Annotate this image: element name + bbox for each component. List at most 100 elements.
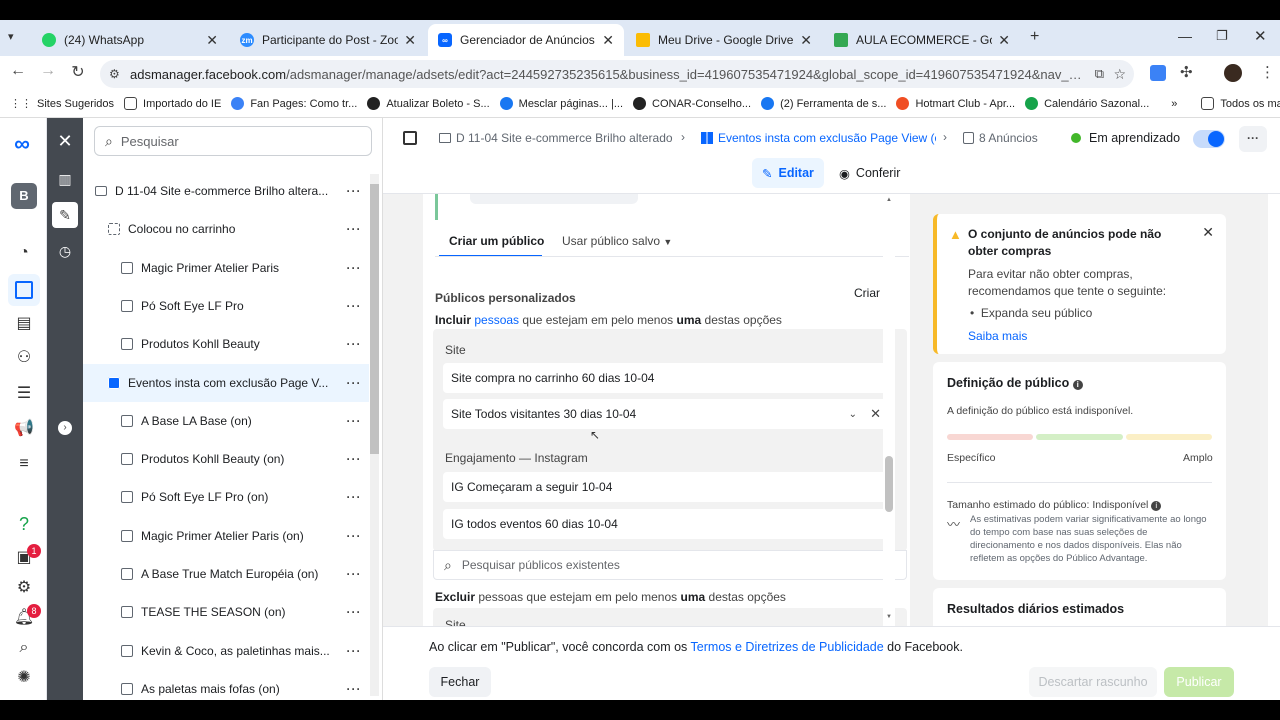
bug-icon[interactable]: ✺ — [12, 666, 36, 690]
maximize-icon[interactable]: ❐ — [1216, 28, 1228, 44]
tree-ad[interactable]: Magic Primer Atelier Paris ··· — [83, 249, 369, 287]
tree-ad[interactable]: Pó Soft Eye LF Pro ··· — [83, 287, 369, 325]
close-icon[interactable]: ✕ — [998, 32, 1010, 49]
bookmark-item[interactable]: Importado do IE — [124, 97, 221, 110]
reload-icon[interactable]: ↻ — [66, 62, 90, 82]
meta-logo-icon[interactable]: ∞ — [10, 132, 34, 156]
close-icon[interactable]: ✕ — [404, 32, 416, 49]
more-options-icon[interactable]: ··· — [339, 299, 369, 313]
more-options-icon[interactable]: ··· — [339, 261, 369, 275]
tree-ad[interactable]: Magic Primer Atelier Paris (on) ··· — [83, 517, 369, 555]
bookmark-item[interactable]: (2) Ferramenta de s... — [761, 97, 886, 110]
tree-ad[interactable]: As paletas mais fofas (on) ··· — [83, 670, 369, 708]
close-icon[interactable]: ✕ — [800, 32, 812, 49]
tree-ad[interactable]: Produtos Kohll Beauty ··· — [83, 325, 369, 363]
review-button[interactable]: ◉ Conferir — [829, 158, 910, 188]
publish-button[interactable]: Publicar — [1164, 667, 1234, 697]
tab-whatsapp[interactable]: (24) WhatsApp ✕ — [32, 24, 228, 56]
more-options-icon[interactable]: ··· — [339, 184, 369, 198]
more-options-icon[interactable]: ··· — [339, 682, 369, 696]
search-audiences-input[interactable]: ⌕ Pesquisar públicos existentes — [433, 550, 907, 580]
more-options-icon[interactable]: ··· — [339, 605, 369, 619]
tab-saved-audience[interactable]: Usar público salvo ▼ — [562, 234, 672, 248]
close-icon[interactable]: ✕ — [602, 32, 614, 49]
crumb-adset[interactable]: Eventos insta com exclusão Page View (on — [701, 131, 937, 145]
audience-item[interactable]: Site compra no carrinho 60 dias 10-04 — [443, 363, 895, 393]
bookmark-item[interactable]: CONAR-Conselho... — [633, 97, 751, 110]
remove-icon[interactable]: ✕ — [870, 406, 881, 422]
tree-adset[interactable]: Eventos insta com exclusão Page V... ··· — [83, 363, 369, 402]
url-field[interactable]: ⚙ adsmanager.facebook.com/adsmanager/man… — [100, 60, 1134, 88]
bookmark-item[interactable]: Atualizar Boleto - S... — [367, 97, 490, 110]
tree-ad[interactable]: A Base LA Base (on) ··· — [83, 402, 369, 440]
profile-avatar[interactable] — [1224, 64, 1242, 82]
all-bookmarks[interactable]: Todos os marcadores — [1201, 97, 1280, 110]
more-options-icon[interactable]: ··· — [339, 376, 369, 390]
edit-pencil-icon[interactable]: ✎ — [52, 202, 78, 228]
audience-item[interactable]: IG Começaram a seguir 10-04 — [443, 472, 895, 502]
history-icon[interactable]: ◷ — [52, 238, 78, 264]
audience-item[interactable]: IG todos eventos 60 dias 10-04 — [443, 509, 895, 539]
more-options-icon[interactable]: ··· — [339, 452, 369, 466]
tree-campaign[interactable]: D 11-04 Site e-commerce Brilho altera...… — [83, 172, 369, 210]
tree-ad[interactable]: TEASE THE SEASON (on) ··· — [83, 593, 369, 631]
close-editor-icon[interactable]: ✕ — [52, 128, 78, 154]
tree-ad[interactable]: Produtos Kohll Beauty (on) ··· — [83, 440, 369, 478]
more-options-icon[interactable]: ··· — [339, 567, 369, 581]
window-close-icon[interactable]: ✕ — [1254, 27, 1267, 45]
audience-item[interactable]: Site Todos visitantes 30 dias 10-04 ⌄ ✕ — [443, 399, 895, 429]
crumb-ads[interactable]: 8 Anúncios — [963, 131, 1038, 145]
tree-scrollbar[interactable] — [370, 174, 379, 696]
close-icon[interactable]: ✕ — [206, 32, 218, 49]
help-icon[interactable]: ? — [12, 512, 36, 536]
tree-adset[interactable]: Colocou no carrinho ··· — [83, 210, 369, 248]
speedometer-icon[interactable]: ◔ — [12, 241, 36, 265]
settings-icon[interactable]: ⚙ — [12, 576, 36, 600]
menu-icon[interactable]: ≡ — [12, 452, 36, 476]
database-icon[interactable]: ☰ — [12, 382, 36, 406]
close-button[interactable]: Fechar — [429, 667, 491, 697]
bookmark-item[interactable]: Fan Pages: Como tr... — [231, 97, 357, 110]
bookmark-item[interactable]: Hotmart Club - Apr... — [896, 97, 1015, 110]
campaigns-nav-active[interactable] — [8, 274, 40, 306]
scrollbar-thumb[interactable] — [370, 184, 379, 454]
new-tab-icon[interactable]: + — [1030, 28, 1039, 46]
back-icon[interactable]: ← — [6, 62, 30, 80]
content-scrollbar[interactable]: ▲ ▼ — [883, 194, 895, 626]
install-app-icon[interactable]: ⧉ — [1095, 66, 1104, 82]
tab-search-icon[interactable]: ▾ — [8, 30, 14, 43]
account-avatar[interactable]: B — [11, 183, 37, 209]
bookmark-item[interactable]: ⋮⋮ Sites Sugeridos — [10, 97, 114, 111]
tree-ad[interactable]: A Base True Match Européia (on) ··· — [83, 555, 369, 593]
audiences-icon[interactable]: ⚇ — [12, 346, 36, 370]
bookmark-item[interactable]: Calendário Sazonal... — [1025, 97, 1149, 110]
kebab-menu-icon[interactable]: ⋮ — [1260, 63, 1275, 81]
site-settings-icon[interactable]: ⚙ — [109, 67, 120, 81]
scroll-up-icon[interactable]: ▲ — [886, 197, 892, 203]
close-icon[interactable]: ✕ — [1202, 224, 1214, 241]
tab-create-audience[interactable]: Criar um público — [449, 234, 544, 248]
minimize-icon[interactable]: — — [1178, 28, 1192, 44]
edit-button[interactable]: ✎ Editar — [752, 158, 824, 188]
more-options-icon[interactable]: ··· — [339, 490, 369, 504]
sidebar-toggle-icon[interactable] — [403, 131, 417, 145]
scrollbar-thumb[interactable] — [885, 456, 893, 512]
info-icon[interactable]: i — [1151, 501, 1162, 511]
more-options-icon[interactable]: ··· — [339, 644, 369, 658]
megaphone-icon[interactable]: 📢 — [12, 417, 36, 441]
delivery-toggle[interactable] — [1193, 130, 1225, 148]
terms-link[interactable]: Termos e Diretrizes de Publicidade — [691, 640, 884, 654]
more-options-icon[interactable]: ··· — [339, 337, 369, 351]
more-options-icon[interactable]: ··· — [339, 414, 369, 428]
reports-icon[interactable]: ▤ — [12, 312, 36, 336]
more-options-icon[interactable]: ··· — [339, 222, 369, 236]
chart-icon[interactable]: ▥ — [52, 166, 78, 192]
extension-icon[interactable] — [1150, 65, 1166, 81]
more-options-icon[interactable]: ··· — [1239, 126, 1267, 152]
tab-ads-manager[interactable]: ∞ Gerenciador de Anúncios - Ge ✕ — [428, 24, 624, 56]
people-link[interactable]: pessoas — [474, 313, 519, 327]
more-bookmarks-icon[interactable]: » — [1171, 98, 1177, 110]
bookmark-star-icon[interactable]: ☆ — [1113, 66, 1126, 83]
expand-chevron-icon[interactable]: › — [58, 421, 72, 435]
scroll-down-icon[interactable]: ▼ — [886, 614, 892, 620]
